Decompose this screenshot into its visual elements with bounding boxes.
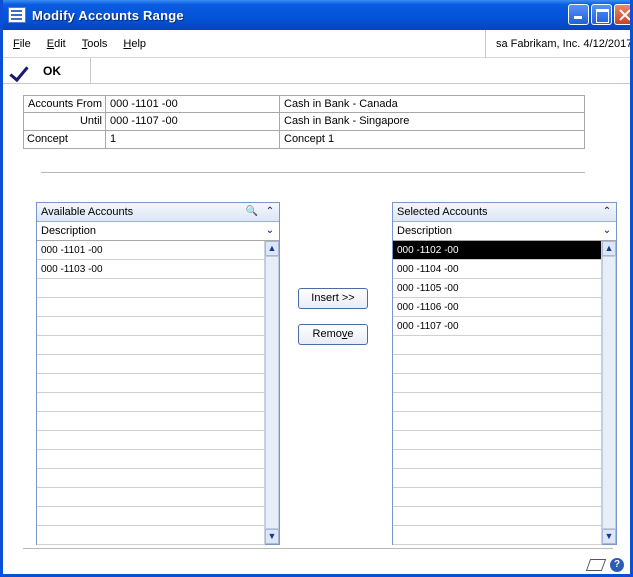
menu-edit[interactable]: Edit [47, 38, 66, 50]
title-bar[interactable]: Modify Accounts Range [3, 0, 630, 30]
available-column-header[interactable]: Description [41, 225, 96, 237]
expand-down-icon[interactable]: ⌄ [600, 223, 614, 238]
window-app-icon [8, 7, 26, 23]
selected-column-header[interactable]: Description [397, 225, 452, 237]
accounts-from-description: Cash in Bank - Canada [280, 95, 585, 113]
empty-row[interactable] [393, 488, 602, 507]
scroll-thumb[interactable] [602, 256, 616, 529]
selected-scrollbar[interactable]: ▲ ▼ [601, 241, 616, 544]
ok-button[interactable]: OK [3, 57, 91, 84]
empty-row[interactable] [37, 488, 265, 507]
accounts-from-label: Accounts From [23, 95, 105, 113]
menu-tools[interactable]: Tools [82, 38, 108, 50]
until-description: Cash in Bank - Singapore [280, 113, 585, 131]
scroll-up-icon[interactable]: ▲ [602, 241, 616, 256]
empty-row[interactable] [37, 507, 265, 526]
list-item[interactable]: 000 -1103 -00 [37, 260, 265, 279]
close-button[interactable] [614, 4, 630, 25]
selected-accounts-title: Selected Accounts [397, 206, 488, 218]
scroll-down-icon[interactable]: ▼ [602, 529, 616, 544]
empty-row[interactable] [393, 526, 602, 545]
binoculars-icon[interactable]: 🔍 [245, 204, 259, 219]
menu-help[interactable]: Help [123, 38, 146, 50]
empty-row[interactable] [37, 469, 265, 488]
divider-top [41, 172, 585, 173]
modify-accounts-range-window: Modify Accounts Range File Edit Tools He… [0, 0, 633, 577]
remove-button[interactable]: Remove [298, 324, 368, 345]
divider-bottom [23, 548, 613, 549]
available-scrollbar[interactable]: ▲ ▼ [264, 241, 279, 544]
list-item-selected[interactable]: 000 -1102 -00 [393, 241, 602, 260]
empty-row[interactable] [393, 374, 602, 393]
until-field[interactable]: 000 -1107 -00 [105, 113, 280, 131]
empty-row[interactable] [393, 336, 602, 355]
scroll-up-icon[interactable]: ▲ [265, 241, 279, 256]
empty-row[interactable] [37, 298, 265, 317]
maximize-button[interactable] [591, 4, 612, 25]
empty-row[interactable] [393, 412, 602, 431]
available-accounts-list: Available Accounts 🔍 ⌃ Description ⌄ 000… [36, 202, 280, 545]
insert-button[interactable]: Insert >> [298, 288, 368, 309]
range-fields: Accounts From 000 -1101 -00 Cash in Bank… [23, 95, 585, 149]
concept-description: Concept 1 [280, 131, 585, 149]
empty-row[interactable] [37, 431, 265, 450]
available-accounts-title: Available Accounts [41, 206, 134, 218]
minimize-button[interactable] [568, 4, 589, 25]
empty-row[interactable] [37, 279, 265, 298]
empty-row[interactable] [37, 317, 265, 336]
list-item[interactable]: 000 -1101 -00 [37, 241, 265, 260]
empty-row[interactable] [37, 412, 265, 431]
concept-label: Concept [23, 131, 105, 149]
accounts-from-field[interactable]: 000 -1101 -00 [105, 95, 280, 113]
scroll-thumb[interactable] [265, 256, 279, 529]
note-icon[interactable] [585, 559, 607, 571]
selected-accounts-list: Selected Accounts ⌃ Description ⌄ 000 -1… [392, 202, 617, 545]
empty-row[interactable] [37, 336, 265, 355]
empty-row[interactable] [393, 355, 602, 374]
expand-down-icon[interactable]: ⌄ [263, 223, 277, 238]
collapse-up-icon[interactable]: ⌃ [600, 204, 614, 219]
scroll-down-icon[interactable]: ▼ [265, 529, 279, 544]
list-item[interactable]: 000 -1105 -00 [393, 279, 602, 298]
empty-row[interactable] [393, 431, 602, 450]
empty-row[interactable] [37, 374, 265, 393]
checkmark-icon [11, 61, 31, 81]
window-title: Modify Accounts Range [32, 7, 184, 23]
company-info: sa Fabrikam, Inc. 4/12/2017 [485, 30, 630, 58]
menu-file[interactable]: File [13, 38, 31, 50]
empty-row[interactable] [37, 355, 265, 374]
until-label: Until [23, 113, 105, 131]
empty-row[interactable] [393, 450, 602, 469]
empty-row[interactable] [37, 450, 265, 469]
ok-label: OK [43, 63, 61, 78]
toolbar: OK [3, 57, 630, 84]
empty-row[interactable] [393, 507, 602, 526]
empty-row[interactable] [37, 526, 265, 545]
collapse-up-icon[interactable]: ⌃ [263, 204, 277, 219]
empty-row[interactable] [393, 393, 602, 412]
concept-field[interactable]: 1 [105, 131, 280, 149]
empty-row[interactable] [37, 393, 265, 412]
list-item[interactable]: 000 -1107 -00 [393, 317, 602, 336]
list-item[interactable]: 000 -1106 -00 [393, 298, 602, 317]
help-icon[interactable]: ? [610, 558, 624, 572]
empty-row[interactable] [393, 469, 602, 488]
list-item[interactable]: 000 -1104 -00 [393, 260, 602, 279]
